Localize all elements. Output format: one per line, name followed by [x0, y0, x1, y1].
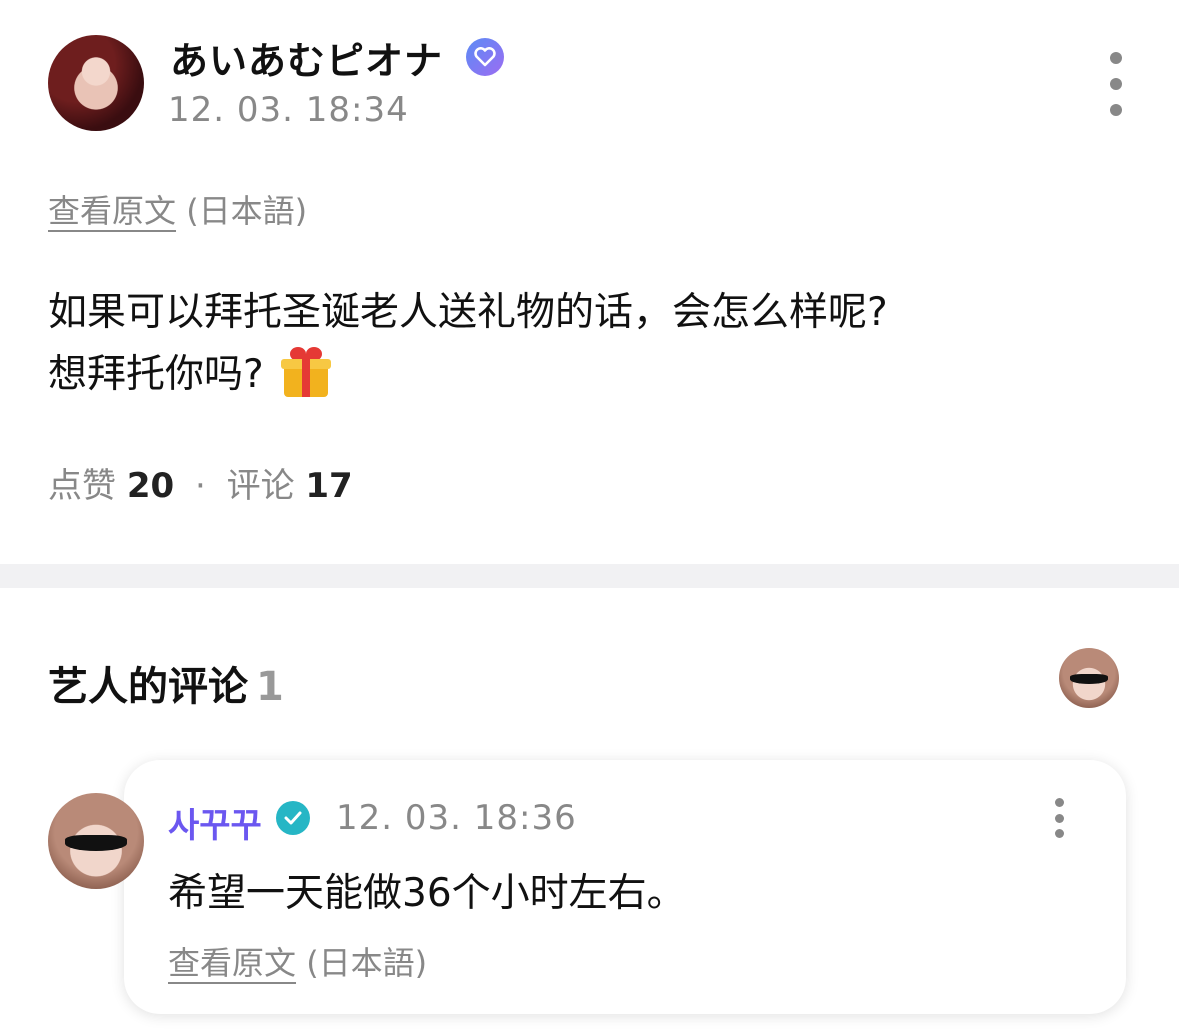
comments-count: 17: [305, 466, 353, 506]
artist-comments-title: 艺人的评论 1: [48, 664, 284, 710]
comment-text: 希望一天能做36个小时左右。: [168, 871, 686, 916]
comment-timestamp: 12. 03. 18:36: [336, 798, 577, 838]
artist-comments-count: 1: [256, 664, 284, 710]
post-stats: 点赞 20 · 评论 17: [48, 458, 353, 507]
post-timestamp: 12. 03. 18:34: [168, 90, 409, 130]
more-options-icon[interactable]: [1100, 52, 1132, 116]
post-body-line-1: 如果可以拜托圣诞老人送礼物的话，会怎么样呢?: [48, 290, 888, 335]
comment-author-avatar[interactable]: [48, 793, 144, 889]
view-original-row: 查看原文 (日本語): [48, 186, 307, 232]
likes-label[interactable]: 点赞: [48, 466, 116, 506]
post-body-line-2: 想拜托你吗?: [48, 344, 888, 406]
comment-original-language: (日本語): [306, 944, 428, 982]
artist-avatar-small[interactable]: [1059, 648, 1119, 708]
gift-emoji-icon: [280, 347, 332, 397]
view-original-link[interactable]: 查看原文: [48, 192, 176, 230]
comments-label[interactable]: 评论: [227, 466, 295, 506]
post-body: 如果可以拜托圣诞老人送礼物的话，会怎么样呢? 想拜托你吗?: [48, 282, 888, 406]
verified-badge-icon: [466, 38, 504, 76]
author-name[interactable]: あいあむピオナ: [170, 30, 443, 85]
verified-badge-icon: [276, 801, 310, 835]
author-avatar[interactable]: [48, 35, 144, 131]
stats-separator: ·: [194, 466, 206, 506]
section-divider: [0, 564, 1179, 588]
original-language: (日本語): [186, 192, 308, 230]
likes-count: 20: [126, 466, 175, 506]
comment-author-name[interactable]: 사꾸꾸: [168, 798, 262, 847]
comment-more-options-icon[interactable]: [1046, 798, 1072, 838]
comment-view-original-row: 查看原文 (日本語): [168, 938, 427, 984]
comment-view-original-link[interactable]: 查看原文: [168, 944, 296, 982]
